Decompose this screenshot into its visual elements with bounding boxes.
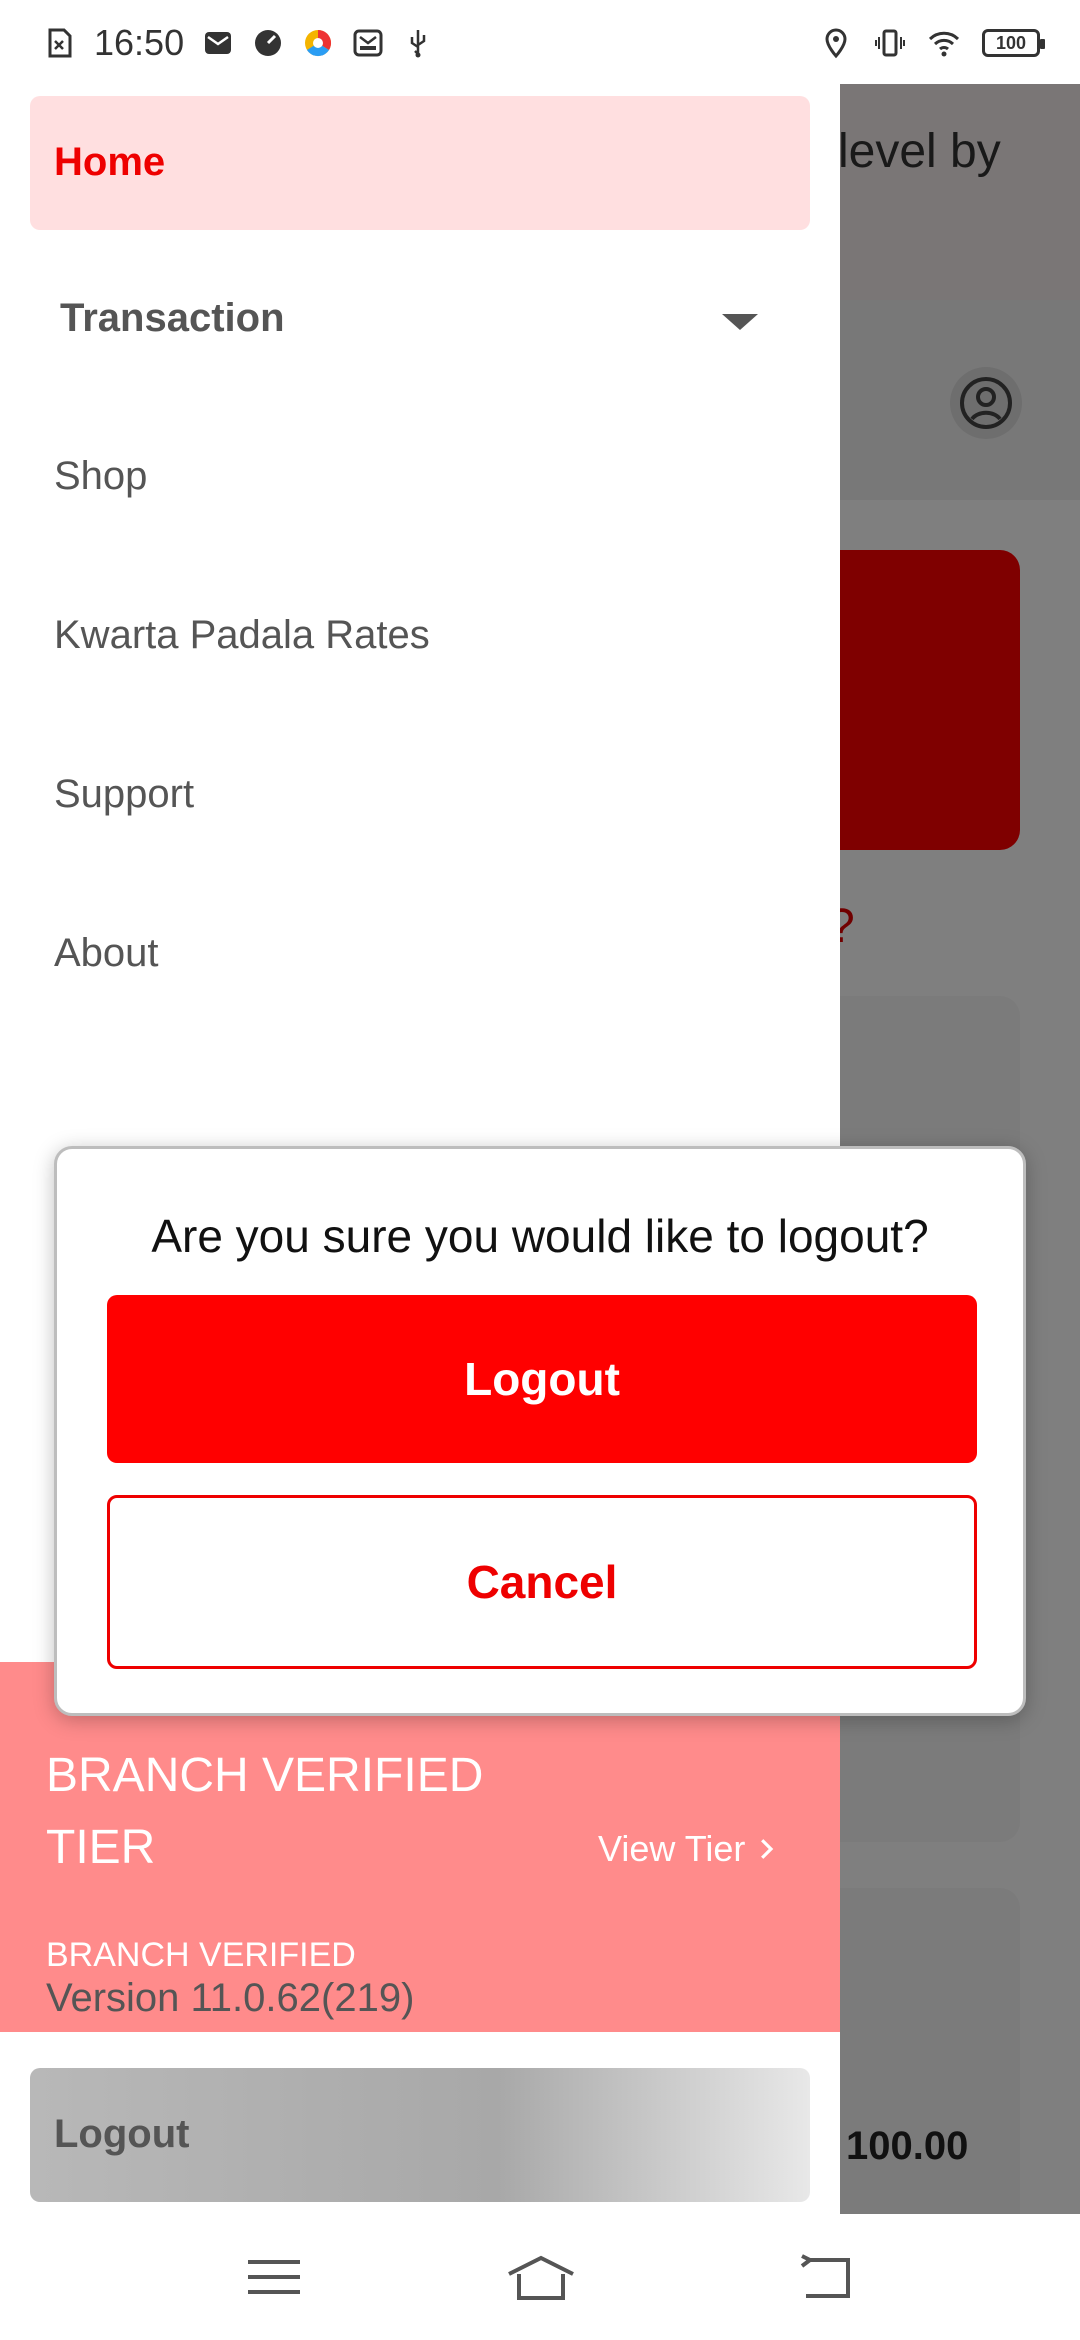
- nav-item-support[interactable]: Support: [54, 772, 194, 817]
- message-icon: [353, 29, 383, 57]
- nav-item-home-label: Home: [54, 140, 166, 184]
- battery-icon: 100: [982, 29, 1045, 57]
- browser-icon: [305, 29, 332, 57]
- system-navigation-bar: [0, 2214, 1080, 2340]
- nav-logout-button[interactable]: Logout: [30, 2068, 810, 2202]
- nav-item-transaction-label: Transaction: [60, 296, 285, 340]
- usb-icon: [410, 30, 426, 58]
- home-icon[interactable]: [505, 2252, 577, 2302]
- menu-icon[interactable]: [244, 2252, 304, 2302]
- vibrate-icon: [875, 29, 905, 57]
- logout-confirmation-dialog: Are you sure you would like to logout? L…: [54, 1146, 1026, 1716]
- nav-item-home[interactable]: Home: [30, 96, 810, 230]
- battery-level: 100: [995, 32, 1027, 53]
- view-tier-link[interactable]: View Tier: [598, 1828, 775, 1870]
- status-time: 16:50: [94, 22, 185, 63]
- tier-subtitle: BRANCH VERIFIED: [46, 1936, 356, 1974]
- nav-item-kwarta-padala-rates[interactable]: Kwarta Padala Rates: [54, 613, 430, 658]
- status-bar: 16:50 100: [0, 0, 1080, 84]
- back-icon[interactable]: [796, 2252, 856, 2302]
- confirm-logout-button[interactable]: Logout: [107, 1295, 977, 1463]
- nav-logout-label: Logout: [54, 2112, 190, 2156]
- app-version: Version 11.0.62(219): [46, 1976, 415, 2020]
- mail-icon: [205, 32, 232, 54]
- sim-card-icon: [48, 28, 72, 58]
- dialog-message: Are you sure you would like to logout?: [151, 1210, 929, 1262]
- chevron-down-icon[interactable]: [722, 314, 758, 330]
- tier-title: BRANCH VERIFIED TIER: [46, 1749, 484, 1874]
- nav-item-about[interactable]: About: [54, 931, 159, 976]
- speed-icon: [255, 30, 282, 56]
- location-icon: [825, 28, 847, 59]
- wifi-icon: [928, 31, 960, 57]
- nav-item-shop[interactable]: Shop: [54, 454, 147, 499]
- cancel-button[interactable]: Cancel: [107, 1495, 977, 1669]
- view-tier-label: View Tier: [598, 1828, 746, 1869]
- chevron-right-icon: [761, 1839, 774, 1859]
